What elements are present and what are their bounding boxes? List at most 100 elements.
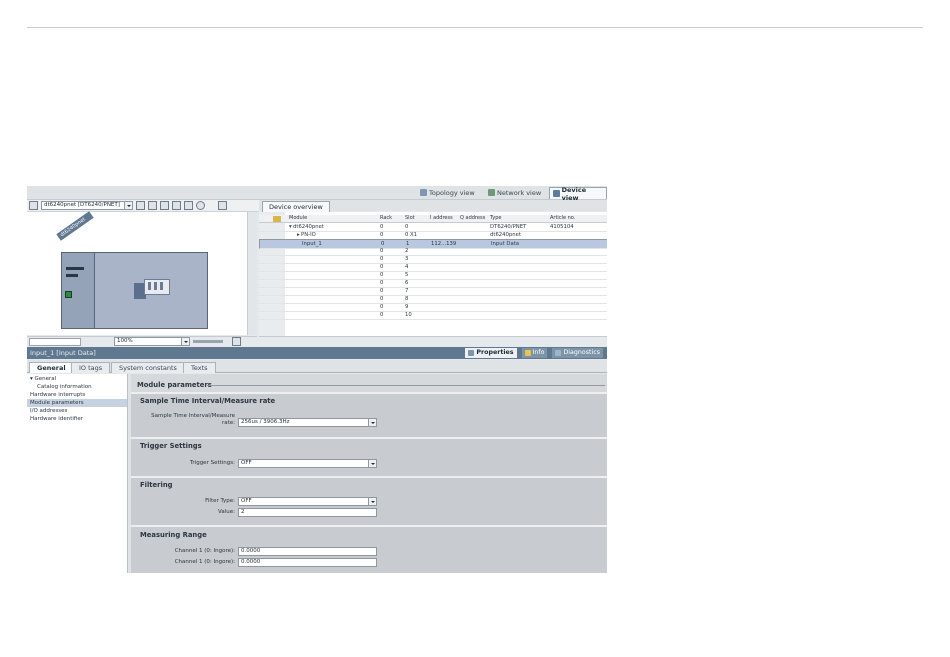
- table-cell: 4105104: [550, 224, 574, 230]
- table-cell: 9: [405, 304, 409, 310]
- column-header[interactable]: Type: [490, 215, 501, 222]
- table-cell: 4: [405, 264, 409, 270]
- section-measuring-range: Measuring Range Channel 1 (0: Ingore): 0…: [131, 525, 607, 573]
- tia-portal-window: Topology view Network view Device view d…: [27, 186, 607, 573]
- device-select[interactable]: dt6240pnet [DT6240/PNET]: [41, 201, 133, 210]
- channel-1-input[interactable]: 0.0000: [238, 558, 377, 567]
- filter-value-input[interactable]: 2: [238, 508, 377, 517]
- nav-item-hardware-interrupts[interactable]: Hardware interrupts: [27, 391, 127, 399]
- device-properties-icon[interactable]: [136, 201, 145, 210]
- tab-device-overview[interactable]: Device overview: [262, 201, 330, 212]
- chevron-down-icon[interactable]: ▾: [289, 223, 292, 231]
- topology-icon: [420, 189, 427, 196]
- tab-label: Topology view: [429, 188, 475, 197]
- table-row[interactable]: 0 10: [259, 311, 607, 320]
- table-cell: PN-IO: [301, 232, 316, 238]
- view-tab-bar: Topology view Network view Device view: [27, 186, 607, 202]
- info-icon: [524, 350, 531, 356]
- column-header[interactable]: Q address: [460, 215, 485, 222]
- device-toolbar: dt6240pnet [DT6240/PNET]: [27, 200, 259, 212]
- tab-general[interactable]: General: [29, 362, 74, 373]
- tab-label: Properties: [476, 349, 514, 356]
- table-cell: 8: [405, 296, 409, 302]
- tab-label: Diagnostics: [563, 349, 600, 356]
- zoom-value: 100%: [117, 338, 133, 344]
- table-cell: 5: [405, 272, 409, 278]
- canvas-horizontal-scrollbar[interactable]: [29, 337, 81, 346]
- channel-label: Channel 1 (0: Ingore):: [174, 548, 235, 554]
- table-cell: dt6240pnet: [490, 232, 521, 238]
- nav-item-io-addresses[interactable]: I/O addresses: [27, 407, 127, 415]
- inspector-title-bar: Input_1 [Input Data] Properties Info Dia…: [27, 347, 607, 359]
- top-rule: [27, 27, 923, 28]
- tab-info[interactable]: Info: [521, 348, 548, 358]
- sample-time-label: rate:: [221, 420, 235, 426]
- tab-system-constants[interactable]: System constants: [111, 362, 185, 373]
- column-header[interactable]: Article no.: [550, 215, 575, 222]
- filter-type-label: Filter Type:: [205, 498, 235, 504]
- section-title: Measuring Range: [140, 531, 207, 539]
- tab-diagnostics[interactable]: Diagnostics: [552, 348, 603, 358]
- device-icon: [553, 190, 560, 197]
- nav-item-general[interactable]: ▾ General: [27, 375, 127, 383]
- tab-texts[interactable]: Texts: [183, 362, 216, 373]
- device-select-value: dt6240pnet [DT6240/PNET]: [44, 202, 120, 208]
- table-cell: 3: [405, 256, 409, 262]
- edit-icon[interactable]: [160, 201, 169, 210]
- table-cell: 6: [405, 280, 409, 286]
- trigger-settings-select[interactable]: OFF: [238, 459, 377, 468]
- properties-icon: [468, 350, 475, 356]
- device-rack[interactable]: [61, 252, 208, 329]
- tab-topology-view[interactable]: Topology view: [417, 187, 478, 198]
- inspector-title: Input_1 [Input Data]: [30, 349, 96, 357]
- overview-toggle-icon[interactable]: [218, 201, 227, 210]
- column-header[interactable]: Module: [289, 215, 307, 222]
- chevron-right-icon[interactable]: ▸: [297, 231, 300, 239]
- column-header[interactable]: Rack: [380, 215, 392, 222]
- table-horizontal-scrollbar[interactable]: [259, 336, 607, 346]
- network-icon: [488, 189, 495, 196]
- tab-io-tags[interactable]: IO tags: [71, 362, 111, 373]
- table-cell: 10: [405, 312, 412, 318]
- zoom-select[interactable]: 100%: [114, 337, 190, 346]
- inspector-right-tabs: Properties Info Diagnostics: [465, 348, 603, 358]
- tab-properties[interactable]: Properties: [465, 348, 517, 358]
- topology-toggle-icon[interactable]: [29, 201, 38, 210]
- interface-module[interactable]: [62, 253, 95, 328]
- device-overview-table: Module Rack Slot I address Q address Typ…: [259, 212, 607, 336]
- table-cell: 0: [405, 224, 409, 230]
- filter-type-select[interactable]: OFF: [238, 497, 377, 506]
- overview-navigation-icon[interactable]: [232, 337, 241, 346]
- page-break-icon[interactable]: [184, 201, 193, 210]
- zoom-slider[interactable]: [193, 340, 223, 343]
- column-header[interactable]: I address: [430, 215, 453, 222]
- canvas-vertical-scrollbar[interactable]: [247, 212, 257, 335]
- chevron-down-icon: [368, 498, 376, 505]
- device-module-icon: [134, 277, 170, 299]
- table-cell: dt6240pnet: [293, 224, 324, 230]
- channel-1-input[interactable]: 0.0000: [238, 547, 377, 556]
- channel-label: Channel 1 (0: Ingore):: [174, 559, 235, 565]
- tab-label: Network view: [497, 188, 542, 197]
- device-canvas[interactable]: dt6240pnet: [27, 211, 247, 335]
- filter-icon[interactable]: [273, 216, 281, 222]
- sample-time-select[interactable]: 256us / 3906.3Hz: [238, 418, 377, 427]
- nav-item-catalog-information[interactable]: Catalog information: [27, 383, 127, 391]
- column-header[interactable]: Slot: [405, 215, 415, 222]
- grid-icon[interactable]: [172, 201, 181, 210]
- table-cell: 0: [380, 272, 384, 278]
- nav-item-hardware-identifier[interactable]: Hardware identifier: [27, 415, 127, 423]
- port-bar: [66, 267, 84, 270]
- filter-value-label: Value:: [218, 509, 235, 515]
- canvas-zoom-bar: 100%: [27, 336, 257, 346]
- heading-rule: [207, 385, 605, 386]
- show-labels-icon[interactable]: [148, 201, 157, 210]
- tab-device-view[interactable]: Device view: [549, 186, 607, 202]
- section-filtering: Filtering Filter Type: OFF Value: 2: [131, 476, 607, 525]
- table-header: Module Rack Slot I address Q address Typ…: [259, 215, 607, 223]
- tab-label: Texts: [191, 364, 208, 372]
- zoom-icon[interactable]: [196, 201, 205, 210]
- tab-network-view[interactable]: Network view: [485, 187, 544, 198]
- table-cell: DT6240/PNET: [490, 224, 527, 230]
- nav-item-module-parameters[interactable]: Module parameters: [27, 399, 127, 407]
